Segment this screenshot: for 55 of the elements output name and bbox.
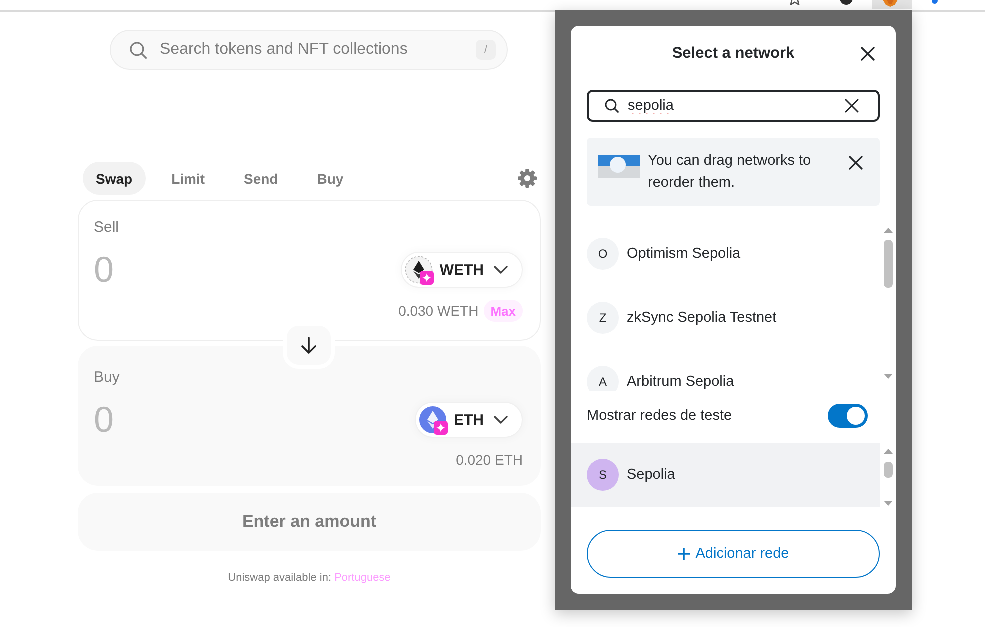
- tab[interactable]: Limit: [158, 162, 218, 195]
- arrow-down-icon: [301, 337, 317, 354]
- network-search-bar[interactable]: sepolia: [587, 90, 880, 122]
- scroll-up-icon[interactable]: [884, 449, 893, 454]
- search-input[interactable]: Search tokens and NFT collections: [160, 41, 476, 59]
- network-avatar: A: [587, 366, 619, 391]
- token-selector[interactable]: WETH: [400, 252, 523, 288]
- token-selector[interactable]: ETH: [415, 402, 523, 438]
- shortcut-key: /: [476, 40, 496, 60]
- dialog-title: Select a network: [672, 45, 795, 63]
- network-avatar: Z: [587, 302, 619, 334]
- drop-icon[interactable]: [932, 0, 938, 4]
- close-icon: [845, 99, 859, 113]
- sparkle-badge-icon: [434, 421, 448, 435]
- amount-field[interactable]: 0: [94, 400, 274, 440]
- close-notice-button[interactable]: [849, 156, 863, 170]
- panel-label: Sell: [94, 218, 120, 238]
- star-icon[interactable]: [788, 0, 802, 5]
- network-avatar: S: [587, 459, 619, 491]
- search-icon: [605, 99, 619, 113]
- availability-note: Uniswap available in: Portuguese: [228, 571, 391, 585]
- scroll-up-icon[interactable]: [884, 228, 893, 233]
- add-network-button[interactable]: Adicionar rede: [587, 530, 880, 578]
- tab[interactable]: Swap: [83, 162, 146, 195]
- network-item[interactable]: Z zkSync Sepolia Testnet: [571, 286, 880, 350]
- plus-icon: [678, 548, 690, 560]
- amount-field[interactable]: 0: [94, 250, 274, 290]
- switch-illustration-icon: [598, 155, 640, 178]
- panel-label: Buy: [94, 368, 120, 388]
- network-item[interactable]: O Optimism Sepolia: [571, 222, 880, 286]
- balance-text: 0.020 ETH: [456, 452, 523, 468]
- network-search-input[interactable]: sepolia: [628, 98, 845, 114]
- network-avatar: O: [587, 238, 619, 270]
- chevron-down-icon: [494, 416, 508, 424]
- close-icon: [849, 156, 863, 170]
- test-networks-toggle[interactable]: [828, 404, 868, 428]
- scroll-down-icon[interactable]: [884, 374, 893, 379]
- network-item[interactable]: S Sepolia: [571, 443, 880, 507]
- toggle-label: Mostrar redes de teste: [587, 408, 732, 424]
- extension-icon[interactable]: [872, 0, 912, 9]
- notice-text: You can drag networks to reorder them.: [648, 152, 812, 193]
- network-item[interactable]: A Arbitrum Sepolia: [571, 350, 880, 391]
- chevron-down-icon: [494, 266, 508, 274]
- clear-search-button[interactable]: [845, 99, 859, 113]
- scroll-down-icon[interactable]: [884, 501, 893, 506]
- settings-icon[interactable]: [518, 169, 537, 188]
- balance-text: 0.030 WETH: [398, 303, 479, 319]
- close-button[interactable]: [861, 47, 875, 61]
- search-icon: [130, 42, 147, 58]
- tab[interactable]: Buy: [304, 162, 357, 195]
- scrollbar-thumb[interactable]: [884, 240, 893, 288]
- close-icon: [861, 47, 875, 61]
- tab[interactable]: Send: [231, 162, 292, 195]
- scrollbar-thumb[interactable]: [884, 462, 893, 478]
- sparkle-badge-icon: [420, 271, 434, 285]
